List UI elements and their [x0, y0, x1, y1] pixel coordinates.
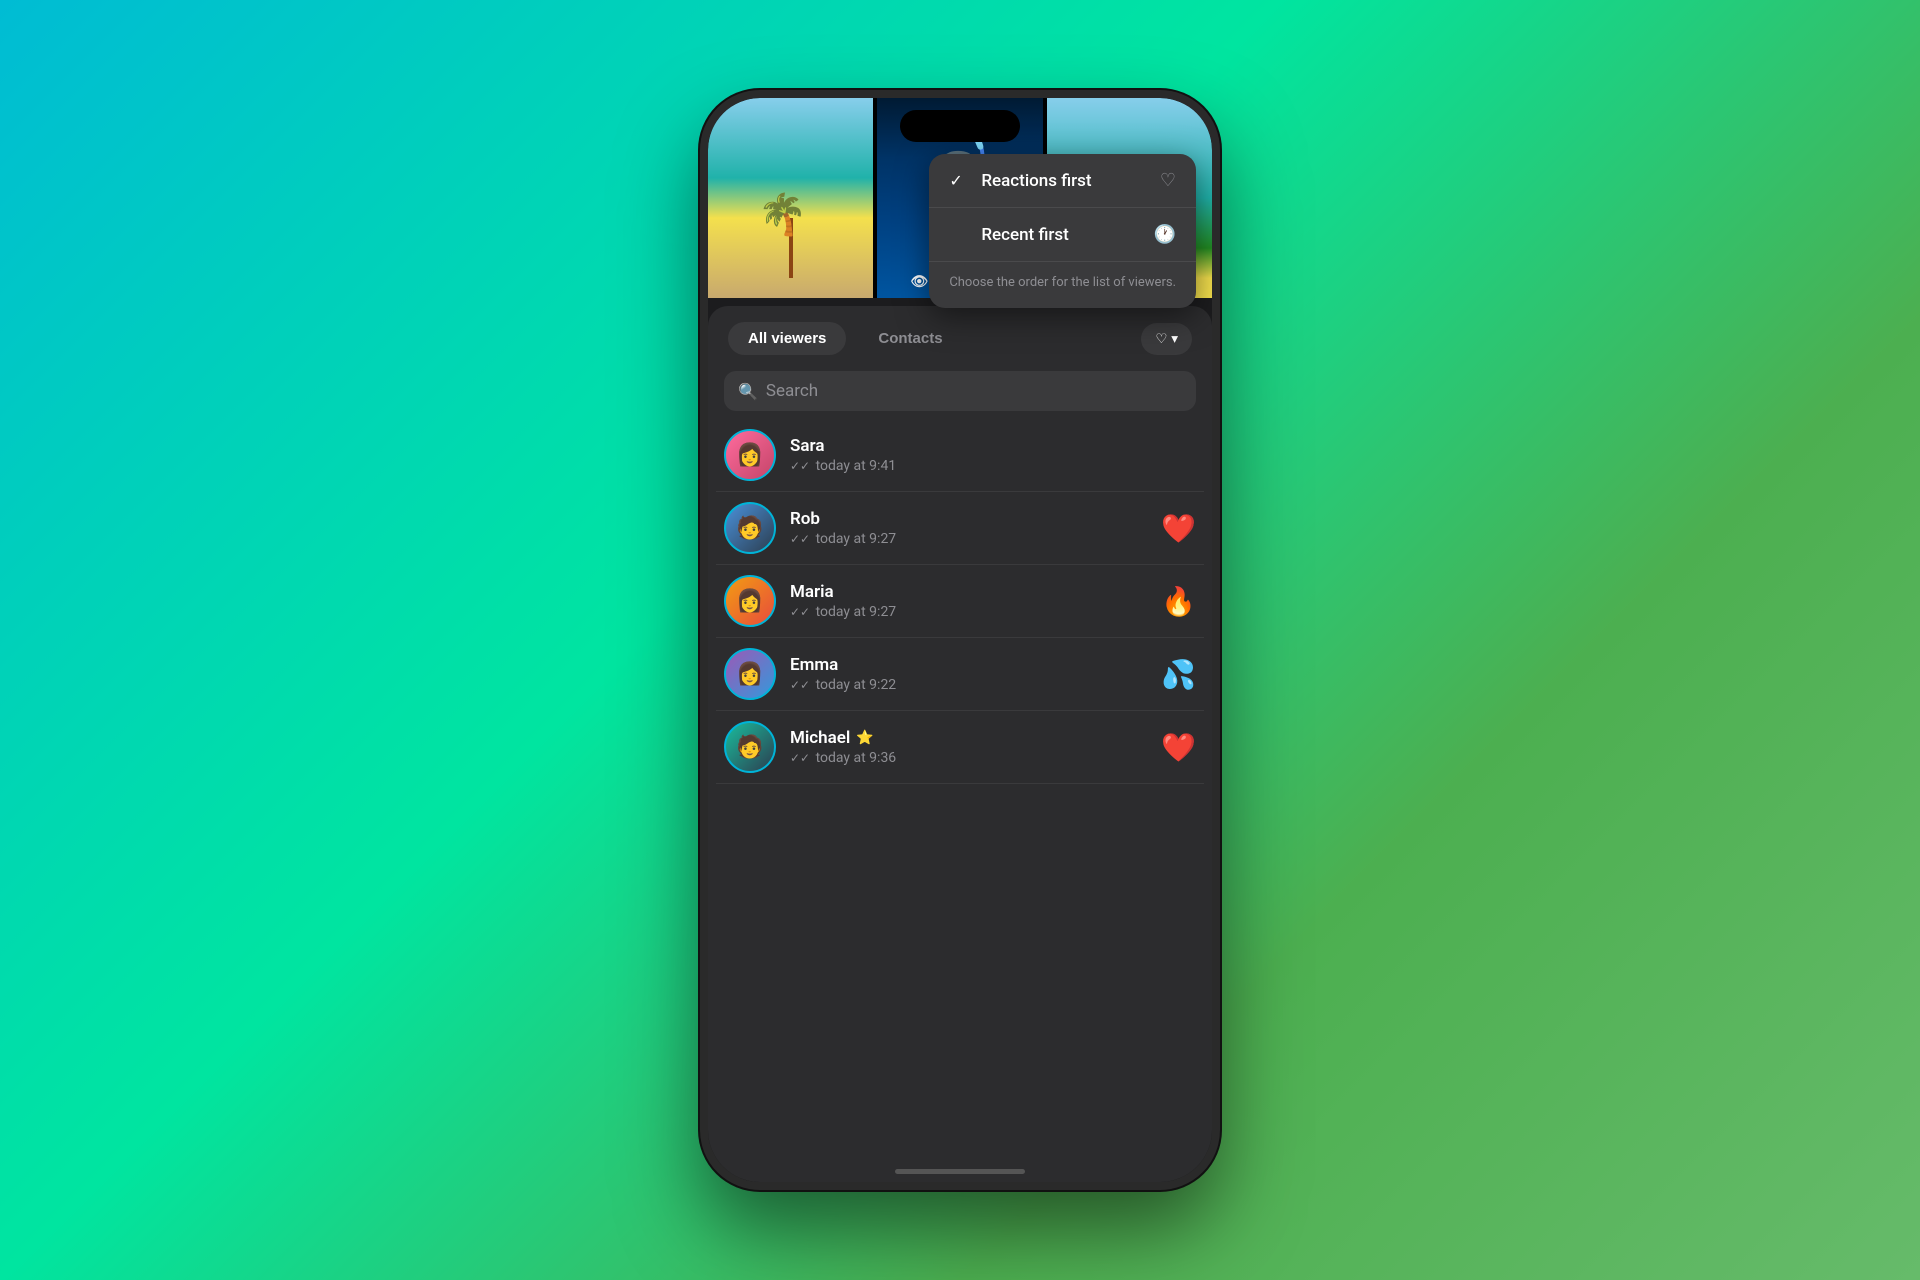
phone-wrapper: 👁 346 🤍 48 All viewers Cont [700, 90, 1220, 1190]
recent-first-option[interactable]: Recent first 🕐 [929, 208, 1196, 261]
phone-screen: 👁 346 🤍 48 All viewers Cont [708, 98, 1212, 1182]
avatar: 🧑 [724, 721, 776, 773]
search-icon: 🔍 [738, 382, 758, 401]
chevron-down-icon: ▾ [1171, 331, 1178, 347]
read-receipt-icon: ✓✓ [790, 751, 810, 765]
reaction-emoji: ❤️ [1161, 512, 1196, 545]
viewers-list: 👩 Sara ✓✓ today at 9:41 [708, 419, 1212, 1182]
tab-contacts[interactable]: Contacts [858, 322, 962, 355]
sort-tooltip: Choose the order for the list of viewers… [929, 261, 1196, 308]
read-receipt-icon: ✓✓ [790, 605, 810, 619]
viewer-name: Rob [790, 509, 1147, 529]
viewers-panel: All viewers Contacts ♡ ▾ 🔍 Search [708, 306, 1212, 1182]
sort-button[interactable]: ♡ ▾ [1141, 323, 1192, 355]
name-text: Rob [790, 509, 820, 529]
heart-icon: ♡ [1155, 331, 1167, 347]
search-bar[interactable]: 🔍 Search [724, 371, 1196, 411]
name-text: Maria [790, 582, 834, 602]
viewer-time: ✓✓ today at 9:22 [790, 677, 1147, 693]
avatar: 👩 [724, 648, 776, 700]
list-item[interactable]: 👩 Sara ✓✓ today at 9:41 [716, 419, 1204, 492]
avatar: 🧑 [724, 502, 776, 554]
list-item[interactable]: 👩 Maria ✓✓ today at 9:27 🔥 [716, 565, 1204, 638]
tab-all-viewers[interactable]: All viewers [728, 322, 846, 355]
star-badge-icon: ⭐ [856, 730, 873, 746]
sort-dropdown-menu: ✓ Reactions first ♡ Recent first 🕐 Choos… [929, 154, 1196, 308]
list-item[interactable]: 🧑 Rob ✓✓ today at 9:27 ❤️ [716, 492, 1204, 565]
viewer-name: Sara [790, 436, 1196, 456]
viewer-name: Emma [790, 655, 1147, 675]
checkmark-icon: ✓ [949, 171, 969, 190]
viewer-info: Rob ✓✓ today at 9:27 [790, 509, 1147, 547]
reaction-emoji: 🔥 [1161, 585, 1196, 618]
heart-outline-icon: ♡ [1160, 170, 1176, 191]
reactions-first-option[interactable]: ✓ Reactions first ♡ [929, 154, 1196, 208]
viewer-time: ✓✓ today at 9:27 [790, 531, 1147, 547]
avatar: 👩 [724, 429, 776, 481]
viewer-name: Maria [790, 582, 1147, 602]
dynamic-island [900, 110, 1020, 142]
viewer-info: Michael ⭐ ✓✓ today at 9:36 [790, 728, 1147, 766]
viewer-info: Emma ✓✓ today at 9:22 [790, 655, 1147, 693]
viewer-name: Michael ⭐ [790, 728, 1147, 748]
read-receipt-icon: ✓✓ [790, 532, 810, 546]
list-item[interactable]: 👩 Emma ✓✓ today at 9:22 💦 [716, 638, 1204, 711]
media-thumb-beach [708, 98, 873, 298]
view-icon: 👁 [910, 274, 928, 290]
viewer-time: ✓✓ today at 9:27 [790, 604, 1147, 620]
list-item[interactable]: 🧑 Michael ⭐ ✓✓ today at 9:36 ❤️ [716, 711, 1204, 784]
read-receipt-icon: ✓✓ [790, 678, 810, 692]
viewer-time: ✓✓ today at 9:41 [790, 458, 1196, 474]
search-placeholder: Search [766, 381, 818, 401]
viewer-time: ✓✓ today at 9:36 [790, 750, 1147, 766]
tab-bar: All viewers Contacts ♡ ▾ [708, 306, 1212, 371]
read-receipt-icon: ✓✓ [790, 459, 810, 473]
tooltip-text: Choose the order for the list of viewers… [949, 275, 1176, 290]
viewer-info: Maria ✓✓ today at 9:27 [790, 582, 1147, 620]
clock-icon: 🕐 [1154, 224, 1176, 245]
viewer-info: Sara ✓✓ today at 9:41 [790, 436, 1196, 474]
avatar: 👩 [724, 575, 776, 627]
reaction-emoji: ❤️ [1161, 731, 1196, 764]
name-text: Emma [790, 655, 838, 675]
home-indicator [895, 1169, 1025, 1174]
reaction-emoji: 💦 [1161, 658, 1196, 691]
phone-frame: 👁 346 🤍 48 All viewers Cont [700, 90, 1220, 1190]
reactions-first-label: Reactions first [981, 171, 1091, 191]
recent-first-label: Recent first [981, 225, 1069, 245]
name-text: Michael [790, 728, 850, 748]
name-text: Sara [790, 436, 824, 456]
